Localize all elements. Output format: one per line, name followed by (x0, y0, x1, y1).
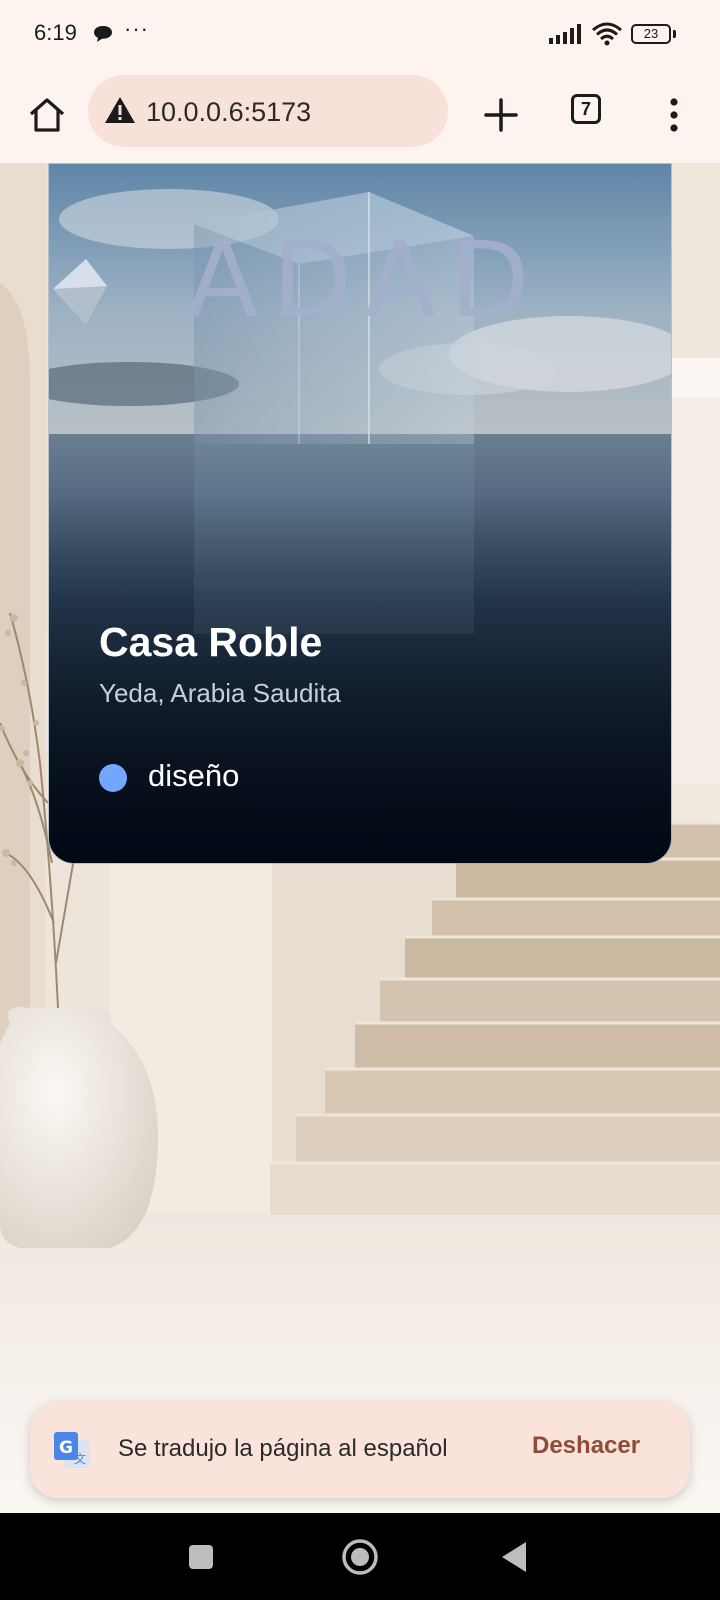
project-card[interactable]: ADAD Casa Roble Yeda, Arabia Saudita dis… (48, 163, 672, 864)
category-tag-dot (99, 764, 127, 792)
browser-toolbar: 10.0.0.6:5173 7 (0, 70, 720, 163)
not-secure-warning-icon[interactable] (104, 95, 136, 125)
card-image-glass-cube-seascape: ADAD (49, 164, 671, 863)
project-location: Yeda, Arabia Saudita (99, 678, 341, 708)
battery-indicator: 23 (631, 24, 671, 44)
card-logo-text: ADAD (187, 219, 544, 341)
web-page-content: ADAD Casa Roble Yeda, Arabia Saudita dis… (0, 163, 720, 1513)
status-time: 6:19 (34, 20, 77, 45)
battery-tip (673, 30, 676, 38)
more-notifications-indicator: ··· (124, 16, 149, 41)
wifi-icon (592, 22, 622, 46)
signal-strength-icon (549, 24, 581, 44)
google-translate-icon: G 文 (54, 1432, 90, 1468)
status-bar: 6:19 ··· 23 (0, 0, 720, 70)
project-title: Casa Roble (99, 619, 323, 665)
svg-text:G: G (59, 1438, 73, 1458)
url-bar[interactable]: 10.0.0.6:5173 (88, 75, 448, 147)
svg-text:文: 文 (74, 1451, 86, 1466)
new-tab-button[interactable] (478, 92, 524, 138)
message-notification-icon (94, 26, 112, 42)
category-tag-label: diseño (148, 758, 240, 793)
translate-snackbar: G 文 Se tradujo la página al español Desh… (30, 1402, 690, 1498)
nav-home-button[interactable] (340, 1537, 380, 1577)
system-navigation-bar (0, 1513, 720, 1600)
home-button[interactable] (24, 92, 70, 138)
url-text[interactable]: 10.0.0.6:5173 (146, 97, 311, 128)
overflow-menu-button[interactable] (660, 92, 688, 138)
undo-translation-button[interactable]: Deshacer (532, 1432, 640, 1460)
back-button[interactable] (500, 1540, 530, 1574)
translate-message: Se tradujo la página al español (118, 1435, 448, 1462)
tab-switcher-button[interactable]: 7 (571, 94, 601, 124)
recents-button[interactable] (188, 1544, 214, 1570)
